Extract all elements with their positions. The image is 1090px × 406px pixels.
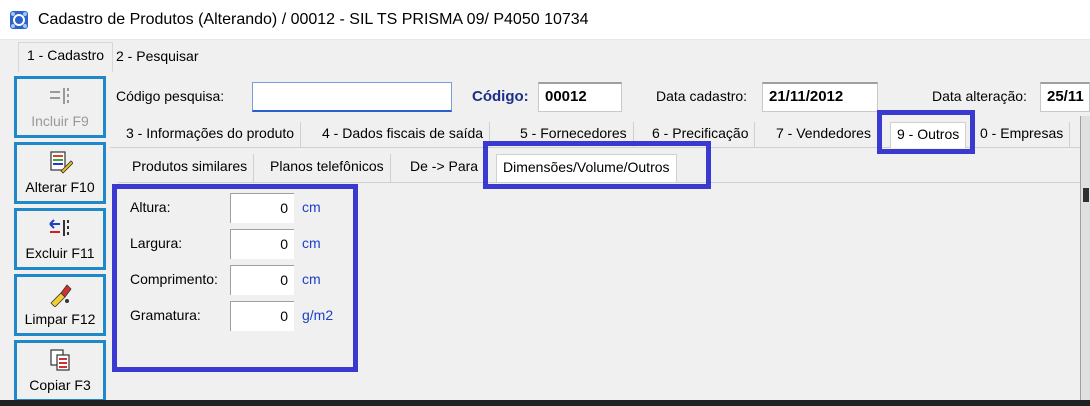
- codigo-field[interactable]: 00012: [538, 82, 622, 112]
- action-sidebar: Incluir F9 Alterar F10 Excluir F11 Limpa…: [14, 76, 106, 402]
- codigo-pesquisa-label: Código pesquisa:: [116, 88, 225, 104]
- title-bar: Cadastro de Produtos (Alterando) / 00012…: [0, 0, 1090, 40]
- excluir-label: Excluir F11: [25, 245, 95, 261]
- bottom-border: [0, 400, 1090, 406]
- right-window-edge: [1080, 116, 1090, 406]
- copy-icon: [50, 349, 70, 371]
- add-icon: [50, 88, 69, 104]
- main-tab-bar: 1 - Cadastro 2 - Pesquisar: [0, 40, 1090, 72]
- limpar-button[interactable]: Limpar F12: [14, 274, 106, 336]
- codigo-label: Código:: [472, 88, 529, 105]
- data-cadastro-label: Data cadastro:: [656, 88, 748, 104]
- clear-icon: [50, 284, 72, 307]
- resize-grip[interactable]: [1083, 188, 1089, 202]
- tab-planos-telefonicos[interactable]: Planos telefônicos: [264, 154, 391, 182]
- limpar-label: Limpar F12: [24, 311, 96, 327]
- edit-icon: [50, 151, 73, 174]
- tab-produtos-similares[interactable]: Produtos similares: [126, 154, 255, 182]
- app-icon: [10, 10, 28, 29]
- highlight-dimensoes-tab: [483, 141, 711, 189]
- tab-cadastro[interactable]: 1 - Cadastro: [18, 42, 114, 72]
- incluir-label: Incluir F9: [31, 113, 89, 129]
- incluir-button[interactable]: Incluir F9: [14, 76, 106, 138]
- tab-informacoes-produto[interactable]: 3 - Informações do produto: [120, 122, 302, 148]
- codigo-pesquisa-input[interactable]: [252, 82, 452, 112]
- delete-icon: [49, 219, 69, 236]
- window-title: Cadastro de Produtos (Alterando) / 00012…: [38, 10, 589, 28]
- data-alteracao-field[interactable]: 25/11: [1040, 82, 1090, 112]
- data-alteracao-label: Data alteração:: [932, 88, 1027, 104]
- tab-de-para[interactable]: De -> Para: [404, 154, 484, 182]
- tab-pesquisar[interactable]: 2 - Pesquisar: [108, 44, 206, 72]
- copiar-button[interactable]: Copiar F3: [14, 340, 106, 402]
- data-cadastro-field[interactable]: 21/11/2012: [762, 82, 878, 112]
- highlight-dimensions-fields: [112, 184, 358, 372]
- alterar-button[interactable]: Alterar F10: [14, 142, 106, 204]
- excluir-button[interactable]: Excluir F11: [14, 208, 106, 270]
- tab-dados-fiscais[interactable]: 4 - Dados fiscais de saída: [316, 122, 491, 148]
- copiar-label: Copiar F3: [29, 377, 91, 393]
- alterar-label: Alterar F10: [25, 179, 95, 195]
- tab-vendedores[interactable]: 7 - Vendedores: [770, 122, 877, 148]
- highlight-outros-tab: [877, 110, 975, 154]
- tab-empresas[interactable]: 0 - Empresas: [974, 122, 1071, 148]
